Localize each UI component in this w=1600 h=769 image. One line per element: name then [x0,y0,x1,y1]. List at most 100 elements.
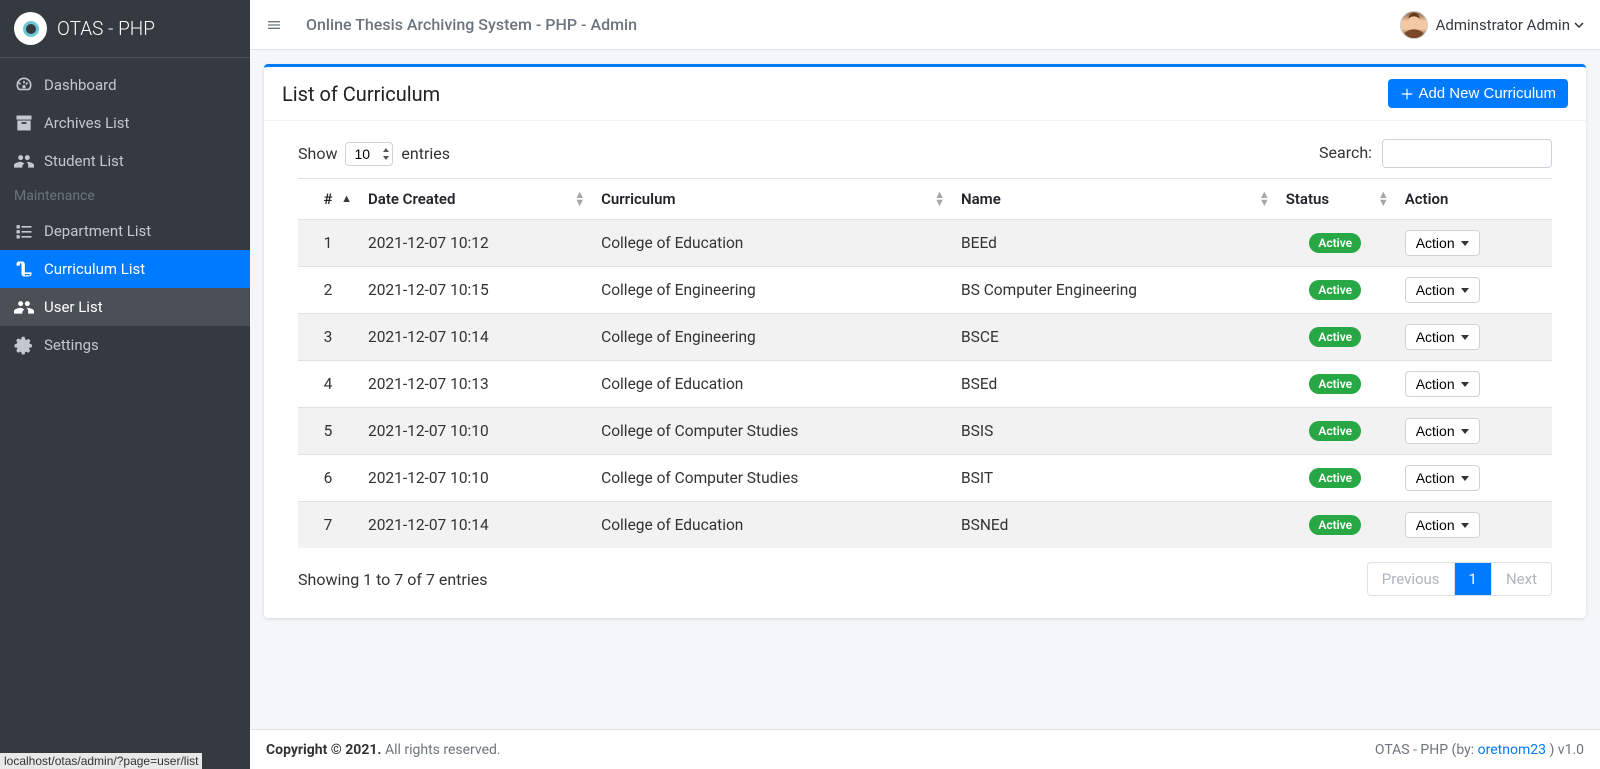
table-row: 32021-12-07 10:14College of EngineeringB… [298,314,1552,361]
sidebar-nav: Dashboard Archives List Student List Mai… [0,58,250,372]
cell-date: 2021-12-07 10:10 [358,455,591,502]
cell-action: Action [1395,502,1552,549]
footer: Copyright © 2021. All rights reserved. O… [250,729,1600,769]
sidebar-item-label: Settings [44,336,99,354]
scroll-icon [14,259,34,279]
archive-icon [14,113,34,133]
cell-status: Active [1276,361,1395,408]
sidebar-item-label: Department List [44,222,151,240]
datatable-bottom: Showing 1 to 7 of 7 entries Previous 1 N… [298,562,1552,596]
cell-curriculum: College of Computer Studies [591,408,951,455]
cell-status: Active [1276,267,1395,314]
search-input[interactable] [1382,139,1552,168]
pagination-page-1[interactable]: 1 [1455,563,1492,595]
col-curriculum[interactable]: Curriculum▲▼ [591,179,951,220]
sidebar-item-label: Curriculum List [44,260,145,278]
cell-num: 1 [298,220,358,267]
sidebar-item-archives[interactable]: Archives List [0,104,250,142]
copyright-rest: All rights reserved. [381,742,500,758]
cell-name: BSNEd [951,502,1276,549]
sidebar: OTAS - PHP Dashboard Archives List Stude… [0,0,250,769]
sidebar-item-label: Dashboard [44,76,117,94]
cell-date: 2021-12-07 10:10 [358,408,591,455]
add-curriculum-button[interactable]: Add New Curriculum [1388,79,1568,108]
cell-curriculum: College of Education [591,502,951,549]
avatar-icon [1400,11,1428,39]
show-label: Show [298,144,337,163]
sidebar-item-user[interactable]: User List [0,288,250,326]
cell-action: Action [1395,314,1552,361]
action-button[interactable]: Action [1405,465,1480,491]
content: List of Curriculum Add New Curriculum Sh… [250,0,1600,729]
list-icon [14,221,34,241]
pagination: Previous 1 Next [1367,562,1552,596]
cell-curriculum: College of Education [591,220,951,267]
sidebar-item-department[interactable]: Department List [0,212,250,250]
sidebar-item-dashboard[interactable]: Dashboard [0,66,250,104]
card-body: Show 10 entries Search: #▲ [264,121,1586,618]
cell-curriculum: College of Education [591,361,951,408]
card: List of Curriculum Add New Curriculum Sh… [264,64,1586,618]
status-badge: Active [1309,374,1361,394]
action-button[interactable]: Action [1405,371,1480,397]
cell-name: BSIT [951,455,1276,502]
pagination-next[interactable]: Next [1492,563,1551,595]
brand[interactable]: OTAS - PHP [0,0,250,58]
sidebar-item-settings[interactable]: Settings [0,326,250,364]
sidebar-item-label: Archives List [44,114,129,132]
cell-status: Active [1276,314,1395,361]
action-button[interactable]: Action [1405,277,1480,303]
col-num[interactable]: #▲ [298,179,358,220]
card-header: List of Curriculum Add New Curriculum [264,67,1586,121]
cell-action: Action [1395,267,1552,314]
cell-date: 2021-12-07 10:15 [358,267,591,314]
add-button-label: Add New Curriculum [1418,85,1556,102]
action-button[interactable]: Action [1405,324,1480,350]
action-button[interactable]: Action [1405,512,1480,538]
brand-text: OTAS - PHP [57,17,155,40]
col-date[interactable]: Date Created▲▼ [358,179,591,220]
table-row: 62021-12-07 10:10College of Computer Stu… [298,455,1552,502]
user-name: Adminstrator Admin [1436,16,1570,34]
sidebar-header-maintenance: Maintenance [0,180,250,212]
cell-status: Active [1276,220,1395,267]
cell-status: Active [1276,408,1395,455]
cell-curriculum: College of Engineering [591,314,951,361]
browser-statusbar: localhost/otas/admin/?page=user/list [0,753,202,769]
action-button[interactable]: Action [1405,418,1480,444]
cell-num: 2 [298,267,358,314]
menu-toggle-icon[interactable] [266,17,282,33]
sidebar-item-label: Student List [44,152,124,170]
table-row: 72021-12-07 10:14College of EducationBSN… [298,502,1552,549]
col-name[interactable]: Name▲▼ [951,179,1276,220]
sidebar-item-students[interactable]: Student List [0,142,250,180]
brand-logo-icon [14,12,47,45]
status-badge: Active [1309,233,1361,253]
cell-curriculum: College of Engineering [591,267,951,314]
cell-name: BSEd [951,361,1276,408]
cell-action: Action [1395,220,1552,267]
datatable-info: Showing 1 to 7 of 7 entries [298,570,487,589]
user-menu[interactable]: Adminstrator Admin [1400,11,1584,39]
plus-icon [1400,87,1414,101]
table-row: 12021-12-07 10:12College of EducationBEE… [298,220,1552,267]
entries-label: entries [401,144,450,163]
table-row: 52021-12-07 10:10College of Computer Stu… [298,408,1552,455]
cell-status: Active [1276,455,1395,502]
length-select[interactable]: 10 [345,142,393,166]
footer-right: OTAS - PHP (by: oretnom23 ) v1.0 [1375,742,1584,758]
status-badge: Active [1309,280,1361,300]
cell-num: 7 [298,502,358,549]
col-status[interactable]: Status▲▼ [1276,179,1395,220]
cell-num: 3 [298,314,358,361]
users-icon [14,151,34,171]
datatable-top: Show 10 entries Search: [298,139,1552,168]
action-button[interactable]: Action [1405,230,1480,256]
length-control: Show 10 entries [298,142,450,166]
copyright-strong: Copyright © 2021. [266,742,381,758]
cell-name: BSIS [951,408,1276,455]
pagination-prev[interactable]: Previous [1368,563,1455,595]
footer-link[interactable]: oretnom23 [1478,742,1546,758]
sidebar-item-curriculum[interactable]: Curriculum List [0,250,250,288]
cell-name: BSCE [951,314,1276,361]
